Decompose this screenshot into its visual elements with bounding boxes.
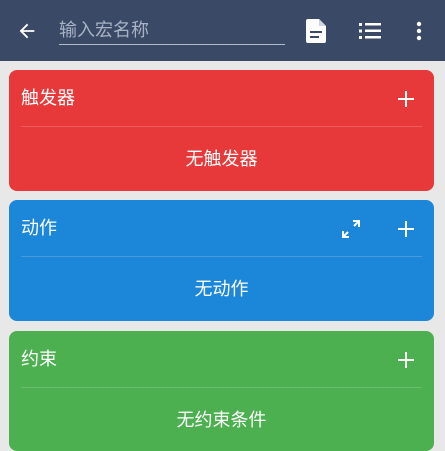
divider [21, 387, 422, 388]
triggers-card[interactable]: 触发器 无触发器 [9, 70, 434, 191]
list-button[interactable] [355, 16, 385, 46]
more-options-button[interactable] [404, 16, 434, 46]
app-bar [0, 0, 445, 61]
plus-icon [398, 91, 414, 107]
arrow-left-icon [19, 23, 35, 39]
no-constraints-text: 无约束条件 [176, 410, 267, 431]
plus-icon [398, 352, 414, 368]
no-triggers-text: 无触发器 [185, 149, 258, 170]
add-action-button[interactable] [393, 216, 419, 242]
file-document-icon [306, 19, 326, 43]
constraints-card[interactable]: 约束 无约束条件 [9, 331, 434, 451]
file-button[interactable] [301, 16, 331, 46]
divider [21, 126, 422, 127]
back-button[interactable] [14, 18, 40, 44]
no-actions-text: 无动作 [194, 279, 249, 300]
plus-icon [398, 221, 414, 237]
macro-name-input[interactable] [59, 16, 285, 45]
constraints-title: 约束 [21, 349, 57, 370]
add-constraint-button[interactable] [393, 347, 419, 373]
expand-actions-button[interactable] [338, 216, 364, 242]
list-icon [359, 23, 381, 39]
triggers-title: 触发器 [21, 88, 75, 109]
actions-title: 动作 [21, 218, 57, 239]
add-trigger-button[interactable] [393, 86, 419, 112]
more-vertical-icon [416, 21, 422, 41]
expand-icon [342, 220, 360, 238]
actions-card[interactable]: 动作 无动作 [9, 200, 434, 321]
divider [21, 256, 422, 257]
